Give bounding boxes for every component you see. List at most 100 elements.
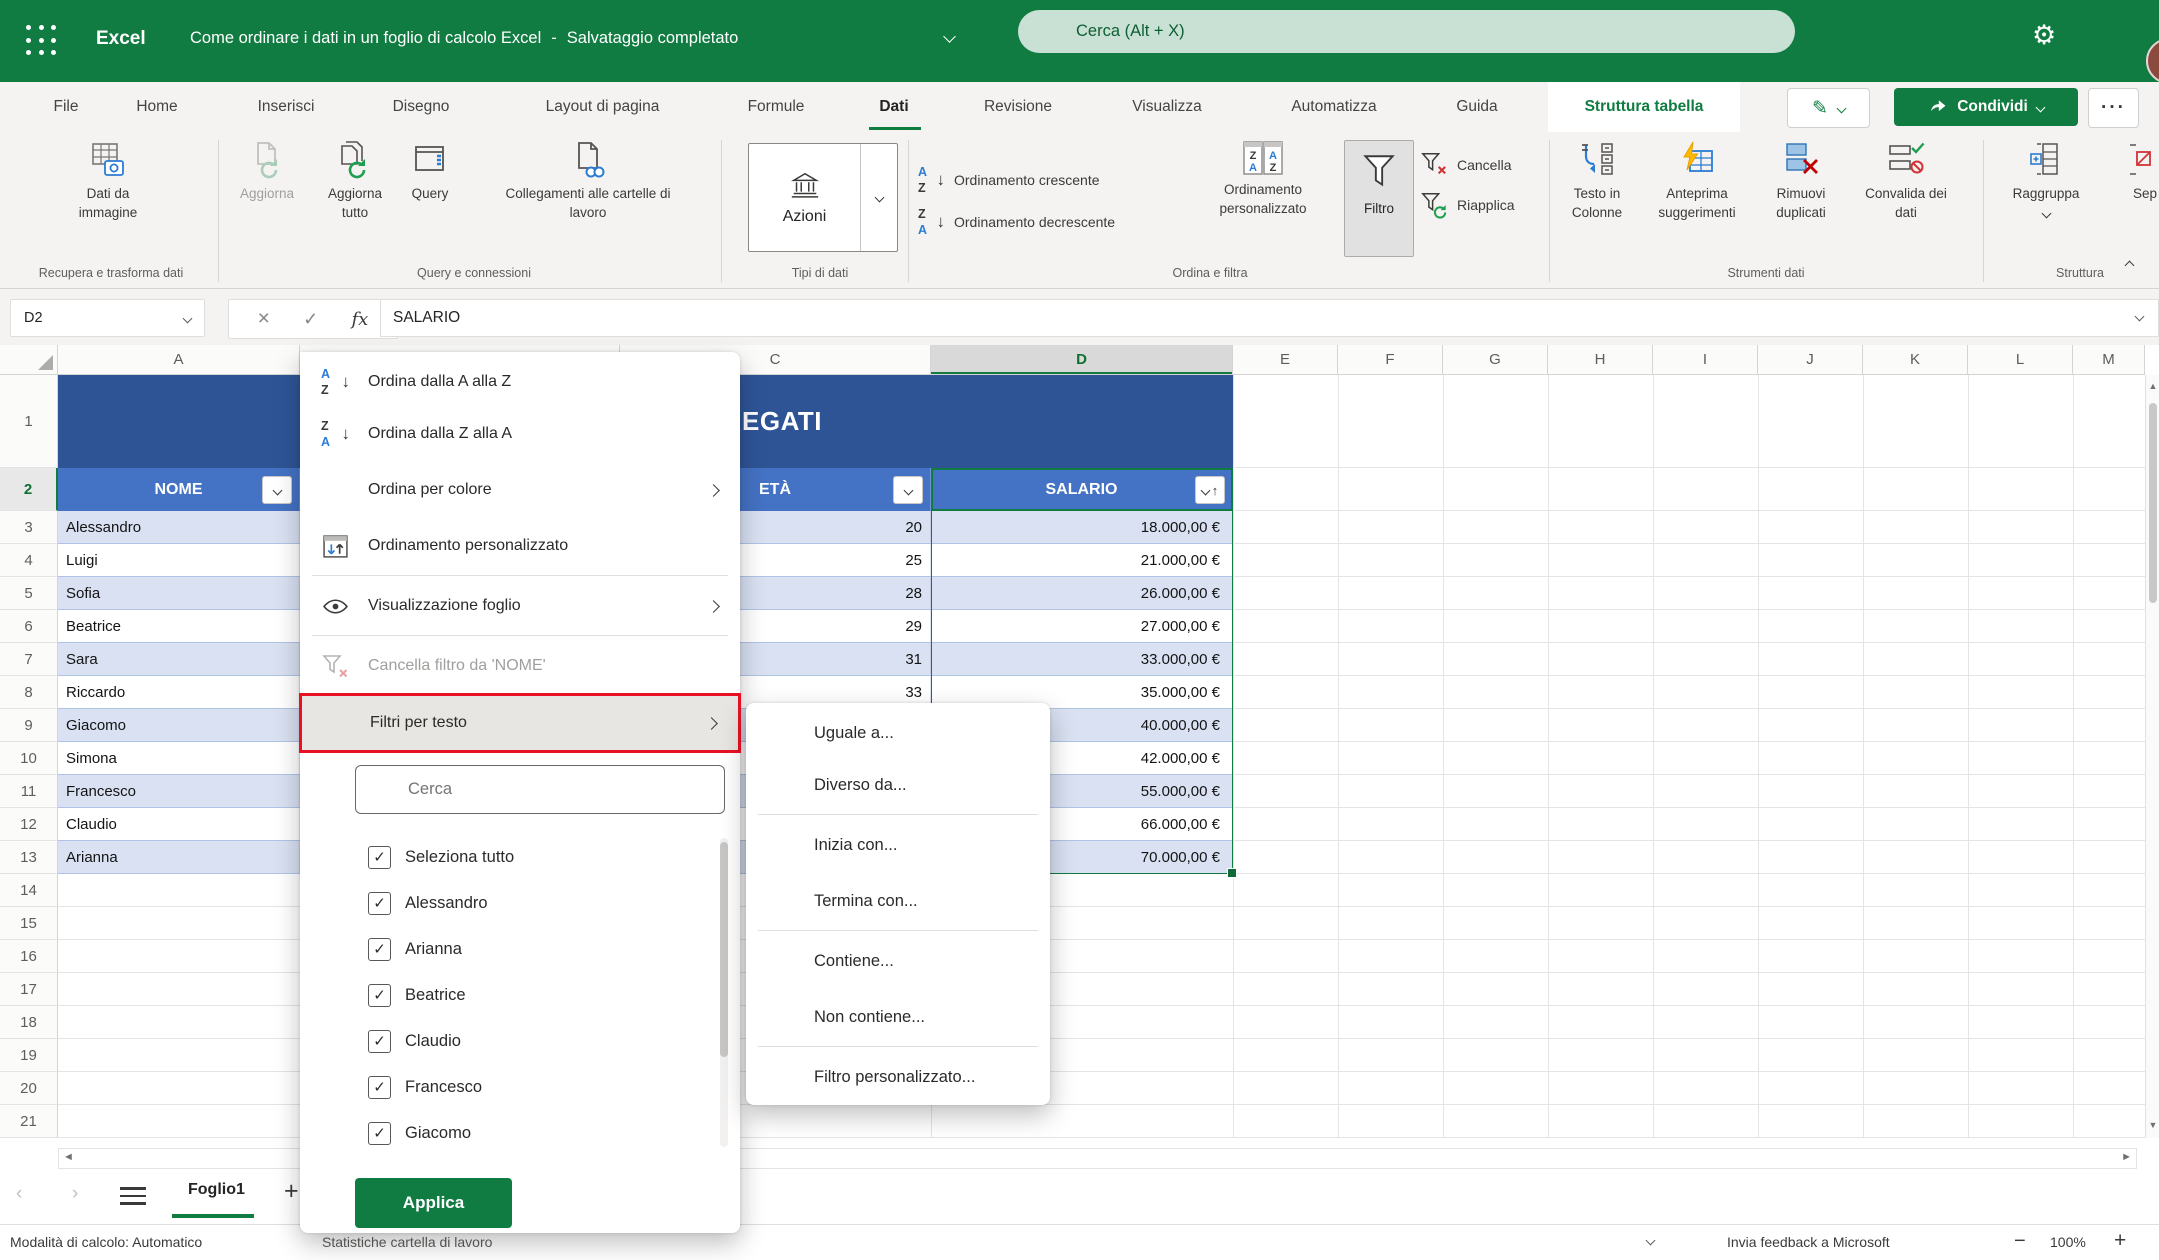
tab-guida[interactable]: Guida	[1447, 82, 1507, 132]
cell-nome[interactable]: Francesco	[58, 775, 300, 807]
checkbox-checked-icon[interactable]: ✓	[368, 892, 391, 915]
check-francesco[interactable]: ✓Francesco	[300, 1064, 710, 1110]
row-header-6[interactable]: 6	[0, 610, 58, 643]
tab-revisione[interactable]: Revisione	[968, 82, 1068, 132]
zoom-out-button[interactable]: −	[2014, 1230, 2026, 1253]
cell-nome[interactable]: Simona	[58, 742, 300, 774]
row-header-12[interactable]: 12	[0, 808, 58, 841]
vertical-scroll-thumb[interactable]	[2149, 403, 2157, 603]
name-box[interactable]: D2	[10, 299, 205, 337]
row-header-15[interactable]: 15	[0, 907, 58, 940]
scroll-left-icon[interactable]: ◄	[63, 1151, 74, 1163]
next-sheet-icon[interactable]: ›	[72, 1183, 78, 1205]
cell-nome[interactable]: Riccardo	[58, 676, 300, 708]
add-sheet-icon[interactable]: +	[284, 1177, 299, 1206]
menu-item-ordina-per-colore[interactable]: Ordina per colore	[300, 464, 740, 516]
vertical-scrollbar[interactable]: ▲ ▼	[2145, 375, 2159, 1138]
row-header-1[interactable]: 1	[0, 375, 58, 468]
send-feedback-link[interactable]: Invia feedback a Microsoft	[1727, 1234, 1890, 1250]
tab-disegno[interactable]: Disegno	[380, 82, 462, 132]
checkbox-checked-icon[interactable]: ✓	[368, 1122, 391, 1145]
ribbon-testo-in-colonne-button[interactable]: Testo inColonne	[1560, 138, 1634, 256]
apply-filter-button[interactable]: Applica	[355, 1178, 512, 1228]
ribbon-separa-button[interactable]: Sep	[2100, 138, 2159, 256]
sheet-list-menu-icon[interactable]	[120, 1182, 146, 1210]
row-header-20[interactable]: 20	[0, 1072, 58, 1105]
ribbon-ordinamento-personalizzato-button[interactable]: Z A A Z Ordinamentopersonalizzato	[1195, 138, 1331, 256]
cell-salario[interactable]: 18.000,00 €	[931, 511, 1233, 543]
scroll-down-icon[interactable]: ▼	[2146, 1120, 2159, 1130]
tab-layout[interactable]: Layout di pagina	[517, 82, 688, 132]
row-header-2[interactable]: 2	[0, 468, 58, 511]
column-header-M[interactable]: M	[2073, 345, 2145, 375]
cell-nome[interactable]: Luigi	[58, 544, 300, 576]
tab-inserisci[interactable]: Inserisci	[247, 82, 325, 132]
column-header-E[interactable]: E	[1233, 345, 1338, 375]
collapse-ribbon-icon[interactable]	[2125, 261, 2135, 271]
filter-search-input[interactable]	[355, 765, 725, 814]
cell-salario[interactable]: 26.000,00 €	[931, 577, 1233, 609]
column-header-H[interactable]: H	[1548, 345, 1653, 375]
ribbon-raggruppa-button[interactable]: Raggruppa	[1996, 138, 2096, 256]
check-claudio[interactable]: ✓Claudio	[300, 1018, 710, 1064]
row-header-19[interactable]: 19	[0, 1039, 58, 1072]
formula-input[interactable]: SALARIO	[380, 299, 2159, 337]
check-arianna[interactable]: ✓Arianna	[300, 926, 710, 972]
scroll-right-icon[interactable]: ►	[2121, 1151, 2132, 1163]
check-giacomo[interactable]: ✓Giacomo	[300, 1110, 710, 1156]
cell-nome[interactable]: Beatrice	[58, 610, 300, 642]
cell-salario[interactable]: 21.000,00 €	[931, 544, 1233, 576]
cell-nome[interactable]: Sofia	[58, 577, 300, 609]
workbook-statistics[interactable]: Statistiche cartella di lavoro	[322, 1234, 492, 1250]
ribbon-filtro-button-active[interactable]: Filtro	[1344, 140, 1414, 257]
share-button[interactable]: Condividi	[1894, 88, 2078, 126]
check-beatrice[interactable]: ✓Beatrice	[300, 972, 710, 1018]
cell-nome[interactable]: Sara	[58, 643, 300, 675]
column-header-K[interactable]: K	[1863, 345, 1968, 375]
menu-item-visualizzazione-foglio[interactable]: Visualizzazione foglio	[300, 580, 740, 632]
checkbox-checked-icon[interactable]: ✓	[368, 1076, 391, 1099]
submenu-item-diverso-da[interactable]: Diverso da...	[746, 759, 1050, 811]
cell-salario[interactable]: 33.000,00 €	[931, 643, 1233, 675]
row-header-9[interactable]: 9	[0, 709, 58, 742]
ribbon-anteprima-suggerimenti-button[interactable]: Anteprimasuggerimenti	[1648, 138, 1746, 256]
checkbox-checked-icon[interactable]: ✓	[368, 1030, 391, 1053]
column-header-G[interactable]: G	[1443, 345, 1548, 375]
tab-automatizza[interactable]: Automatizza	[1269, 82, 1399, 132]
ribbon-convalida-dati-button[interactable]: Convalida deidati	[1852, 138, 1960, 256]
row-header-21[interactable]: 21	[0, 1105, 58, 1138]
filter-list-scrollbar[interactable]	[720, 838, 728, 1147]
row-header-13[interactable]: 13	[0, 841, 58, 874]
menu-item-filtri-per-testo-highlighted[interactable]: Filtri per testo	[299, 693, 741, 753]
menu-item-ordina-az[interactable]: AZ↓ Ordina dalla A alla Z	[300, 356, 740, 408]
ribbon-ordinamento-decrescente-button[interactable]: ZA↓ Ordinamento decrescente	[917, 205, 1187, 239]
tab-file[interactable]: File	[42, 82, 90, 132]
submenu-item-non-contiene[interactable]: Non contiene...	[746, 991, 1050, 1043]
prev-sheet-icon[interactable]: ‹	[16, 1183, 22, 1205]
row-header-10[interactable]: 10	[0, 742, 58, 775]
ribbon-riapplica-button[interactable]: Riapplica	[1420, 188, 1540, 222]
check-alessandro[interactable]: ✓Alessandro	[300, 880, 710, 926]
checkbox-checked-icon[interactable]: ✓	[368, 984, 391, 1007]
title-chevron-down-icon[interactable]	[943, 30, 956, 43]
column-header-L[interactable]: L	[1968, 345, 2073, 375]
submenu-item-inizia-con[interactable]: Inizia con...	[746, 819, 1050, 871]
cell-nome[interactable]: Giacomo	[58, 709, 300, 741]
row-header-8[interactable]: 8	[0, 676, 58, 709]
search-input[interactable]	[1018, 10, 1795, 53]
row-header-11[interactable]: 11	[0, 775, 58, 808]
ribbon-collegamenti-button[interactable]: Collegamenti alle cartelle dilavoro	[466, 138, 710, 256]
ribbon-query-button[interactable]: Query	[398, 138, 462, 256]
ribbon-rimuovi-duplicati-button[interactable]: Rimuoviduplicati	[1756, 138, 1846, 256]
tab-home[interactable]: Home	[132, 82, 182, 132]
filter-button-salario-sorted[interactable]: ↑	[1195, 476, 1225, 504]
more-options-button[interactable]: ···	[2088, 88, 2139, 128]
row-header-18[interactable]: 18	[0, 1006, 58, 1039]
insert-function-icon[interactable]: fx	[352, 309, 369, 330]
filter-button-eta[interactable]	[893, 476, 923, 504]
column-header-F[interactable]: F	[1338, 345, 1443, 375]
data-types-dropdown[interactable]: Azioni	[748, 143, 898, 252]
azioni-dropdown-chevron[interactable]	[860, 144, 897, 251]
menu-item-cancella-filtro-disabled[interactable]: Cancella filtro da 'NOME'	[300, 640, 740, 692]
filter-button-nome[interactable]	[262, 476, 292, 504]
